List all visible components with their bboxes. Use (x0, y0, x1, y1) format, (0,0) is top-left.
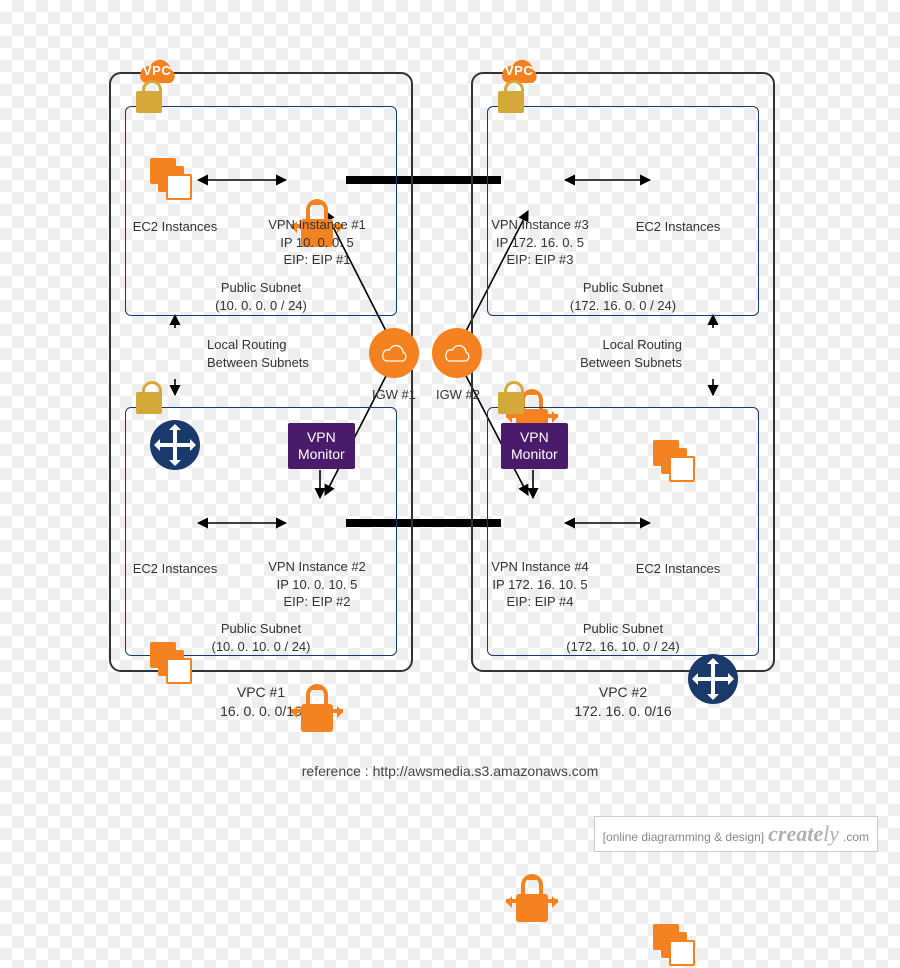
router-icon (688, 654, 738, 704)
footer-tld: .com (843, 830, 869, 844)
ec2-label-2: EC2 Instances (120, 560, 230, 578)
vpc2-routing-label: Local Routing Between Subnets (552, 336, 682, 371)
footer: [online diagramming & design] creately .… (594, 816, 878, 852)
igw-icon (432, 328, 482, 378)
vpc2-subnet-bottom-label: Public Subnet (172. 16. 10. 0 / 24) (487, 620, 759, 655)
vpc1-subnet-top-label: Public Subnet (10. 0. 0. 0 / 24) (125, 279, 397, 314)
ec2-label-1: EC2 Instances (120, 218, 230, 236)
vpn-gateway-icon (289, 684, 345, 732)
vpc-2-name: VPC #2 (599, 684, 647, 700)
vpc-1-title: VPC #1 16. 0. 0. 0/16 (109, 683, 413, 721)
lock-icon (498, 91, 524, 113)
vpc1-routing-label: Local Routing Between Subnets (207, 336, 337, 371)
vpc2-subnet-top-label: Public Subnet (172. 16. 0. 0 / 24) (487, 279, 759, 314)
vpn-monitor-1: VPN Monitor (288, 423, 355, 469)
creately-logo: creately (768, 821, 839, 847)
ec2-icon (150, 158, 194, 202)
ec2-label-3: EC2 Instances (623, 218, 733, 236)
vpc-1-badge-text: VPC (143, 63, 171, 78)
vpn-monitor-2: VPN Monitor (501, 423, 568, 469)
reference-text: reference : http://awsmedia.s3.amazonaws… (0, 763, 900, 779)
igw2-label: IGW #2 (420, 386, 496, 404)
vpc1-subnet-bottom (125, 407, 397, 656)
ec2-icon (653, 924, 697, 968)
igw-icon (369, 328, 419, 378)
footer-tagline: [online diagramming & design] (603, 830, 764, 844)
vpc-2-badge-text: VPC (505, 63, 533, 78)
lock-icon (136, 91, 162, 113)
vpc-2-cidr: 172. 16. 0. 0/16 (574, 703, 671, 719)
ec2-label-4: EC2 Instances (623, 560, 733, 578)
brand-bold: create (768, 821, 823, 846)
vpn-gateway-icon (504, 874, 560, 922)
vpc-1-name: VPC #1 (237, 684, 285, 700)
brand-light: ly (823, 821, 839, 846)
vpn4-label: VPN Instance #4 IP 172. 16. 10. 5 EIP: E… (465, 558, 615, 611)
vpn1-label: VPN Instance #1 IP 10. 0. 0. 5 EIP: EIP … (247, 216, 387, 269)
vpn2-label: VPN Instance #2 IP 10. 0. 10. 5 EIP: EIP… (247, 558, 387, 611)
vpn3-label: VPN Instance #3 IP 172. 16. 0. 5 EIP: EI… (465, 216, 615, 269)
vpc1-subnet-bottom-label: Public Subnet (10. 0. 10. 0 / 24) (125, 620, 397, 655)
lock-icon (136, 392, 162, 414)
lock-icon (498, 392, 524, 414)
